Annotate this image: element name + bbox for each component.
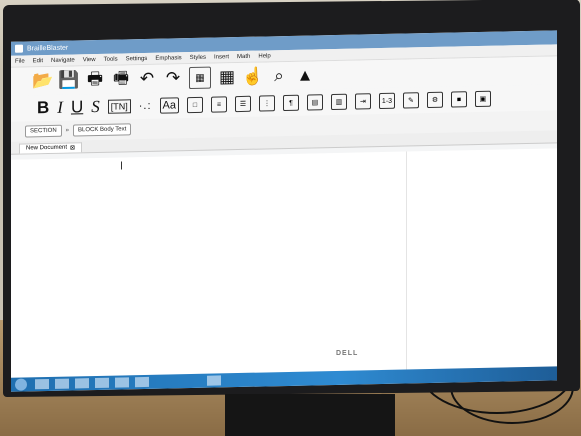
braille-dots-button[interactable]: ·.: <box>139 100 152 112</box>
box-icon[interactable]: ▤ <box>306 94 323 111</box>
monitor-stand <box>225 394 395 436</box>
breadcrumb-separator: » <box>65 127 70 134</box>
close-icon[interactable]: ⊠ <box>70 144 75 151</box>
document-editor[interactable] <box>11 148 557 378</box>
menu-tools[interactable]: Tools <box>104 56 118 62</box>
list-bullet-icon[interactable]: ⋮ <box>258 95 275 112</box>
section-chip[interactable]: SECTION <box>25 124 62 138</box>
text-caret <box>121 161 122 170</box>
search-icon[interactable]: ⌕ <box>269 66 289 86</box>
taskbar-app[interactable] <box>35 379 49 390</box>
pen-icon[interactable]: ✎ <box>402 92 419 109</box>
screen: BrailleBlaster File Edit Navigate View T… <box>11 30 557 392</box>
table-icon[interactable]: ▥ <box>330 93 347 111</box>
emboss-icon[interactable]: 🖷 <box>111 68 131 89</box>
menu-navigate[interactable]: Navigate <box>51 57 75 63</box>
script-button[interactable]: S <box>91 97 100 117</box>
picture-icon[interactable]: ▣ <box>474 90 491 108</box>
bold-button[interactable]: B <box>37 98 49 118</box>
start-button[interactable] <box>15 378 27 391</box>
page-icon[interactable]: ▦ <box>189 66 211 90</box>
comment-icon[interactable]: □ <box>186 96 203 114</box>
print-icon[interactable]: 🖶 <box>85 68 105 90</box>
taskbar-app[interactable] <box>115 377 129 388</box>
monitor: BrailleBlaster File Edit Navigate View T… <box>3 0 580 398</box>
save-icon[interactable]: 💾 <box>58 70 79 90</box>
menu-edit[interactable]: Edit <box>33 58 43 64</box>
app-logo-icon <box>15 44 23 53</box>
menu-help[interactable]: Help <box>258 53 270 59</box>
window-title: BrailleBlaster <box>27 44 69 52</box>
stop-icon[interactable]: ■ <box>450 91 467 108</box>
taskbar-app[interactable] <box>95 377 109 389</box>
menu-math[interactable]: Math <box>237 53 250 59</box>
touch-icon[interactable]: ☝ <box>242 67 263 87</box>
monitor-brand-logo: DELL <box>336 350 359 357</box>
image-icon[interactable]: ▲ <box>295 65 315 85</box>
tab-new-document[interactable]: New Document ⊠ <box>19 142 83 154</box>
open-folder-icon[interactable]: 📂 <box>32 71 53 91</box>
undo-icon[interactable]: ↶ <box>137 69 157 89</box>
menu-file[interactable]: File <box>15 58 25 64</box>
redo-icon[interactable]: ↷ <box>163 68 183 88</box>
number-box-button[interactable]: 1-3 <box>378 92 395 110</box>
menu-settings[interactable]: Settings <box>126 55 148 61</box>
taskbar-app[interactable] <box>135 376 149 388</box>
heading-icon[interactable]: ≡ <box>210 96 227 113</box>
font-size-button[interactable]: Aa <box>159 97 179 114</box>
menu-styles[interactable]: Styles <box>190 54 206 60</box>
grid-icon[interactable]: ▦ <box>217 67 237 87</box>
braille-pane-divider[interactable] <box>406 151 407 370</box>
paragraph-icon[interactable]: ¶ <box>282 94 299 112</box>
transcriber-note-button[interactable]: [TN] <box>107 99 131 114</box>
underline-button[interactable]: U <box>71 97 83 117</box>
taskbar-app[interactable] <box>55 378 69 389</box>
indent-icon[interactable]: ⇥ <box>354 93 371 110</box>
tab-label: New Document <box>26 144 68 152</box>
menu-insert[interactable]: Insert <box>214 54 229 60</box>
block-style-chip[interactable]: BLOCK Body Text <box>73 123 132 137</box>
list-icon[interactable]: ☰ <box>234 95 251 113</box>
taskbar-app[interactable] <box>207 375 221 386</box>
taskbar-app[interactable] <box>75 378 89 389</box>
menu-emphasis[interactable]: Emphasis <box>155 55 181 62</box>
italic-button[interactable]: I <box>57 98 63 118</box>
gear-icon[interactable]: ⚙ <box>426 91 443 109</box>
menu-view[interactable]: View <box>83 57 96 63</box>
